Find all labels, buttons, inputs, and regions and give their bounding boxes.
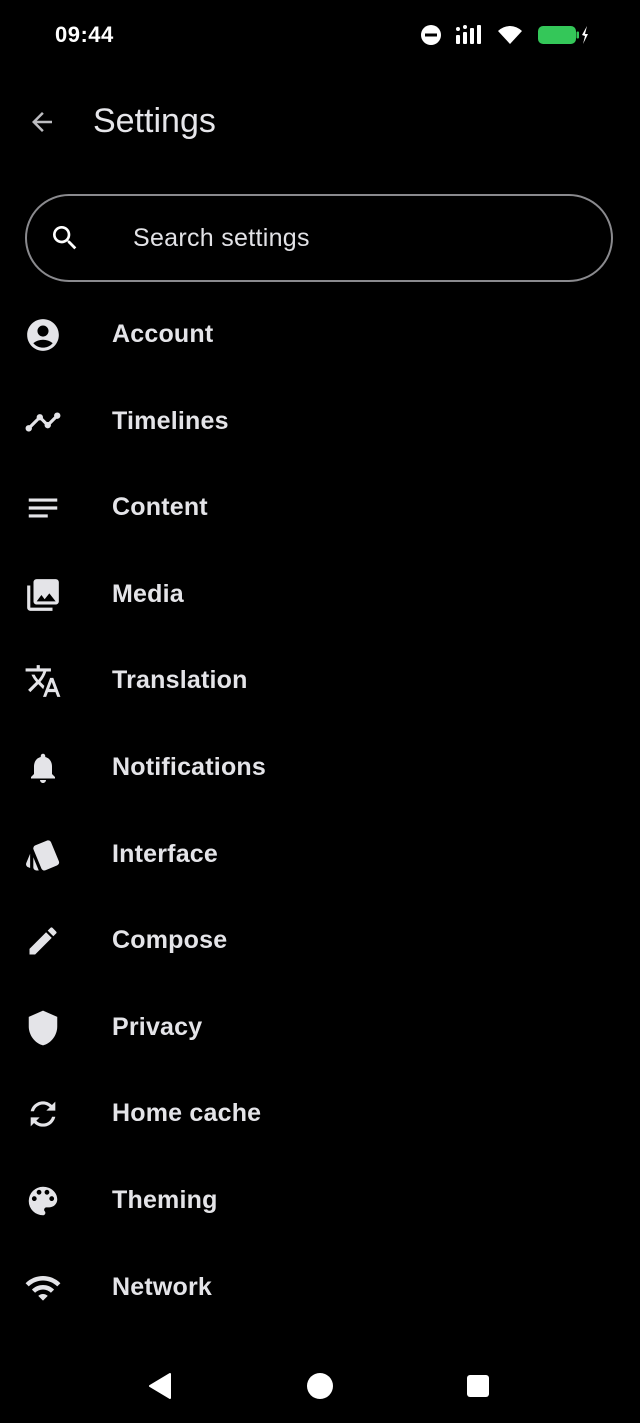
settings-item-label: Compose: [112, 926, 228, 955]
recents-square-icon: [467, 1375, 489, 1397]
status-icons: [420, 24, 588, 46]
home-circle-icon: [307, 1373, 333, 1399]
palette-icon: [24, 1182, 62, 1220]
settings-item-label: Translation: [112, 666, 248, 695]
pencil-icon: [24, 922, 62, 960]
settings-item-label: Media: [112, 579, 184, 608]
settings-item-privacy[interactable]: Privacy: [0, 984, 640, 1071]
do-not-disturb-icon: [421, 25, 441, 45]
nav-back-button[interactable]: [138, 1370, 182, 1402]
nav-home-button[interactable]: [298, 1370, 342, 1402]
wifi-icon: [24, 1269, 62, 1307]
photo-library-icon: [24, 576, 62, 614]
settings-item-label: Account: [112, 320, 214, 348]
sync-icon: [24, 1095, 62, 1133]
signal-icon: [456, 25, 481, 44]
settings-item-home-cache[interactable]: Home cache: [0, 1070, 640, 1157]
settings-item-media[interactable]: Media: [0, 551, 640, 638]
battery-charging-icon: [538, 26, 588, 44]
search-input[interactable]: Search settings: [133, 224, 310, 253]
notes-icon: [24, 489, 62, 527]
settings-item-label: Privacy: [112, 1012, 203, 1041]
settings-item-label: Theming: [112, 1185, 218, 1214]
timeline-icon: [24, 403, 62, 441]
account-circle-icon: [24, 316, 62, 354]
back-triangle-icon: [149, 1373, 171, 1399]
settings-item-translation[interactable]: Translation: [0, 637, 640, 724]
nav-recents-button[interactable]: [456, 1370, 500, 1402]
translate-icon: [24, 662, 62, 700]
settings-item-label: Content: [112, 493, 208, 522]
style-icon: [24, 836, 62, 874]
search-bar[interactable]: Search settings: [25, 194, 613, 282]
settings-item-content[interactable]: Content: [0, 464, 640, 551]
status-bar: 09:44: [0, 0, 640, 72]
settings-item-notifications[interactable]: Notifications: [0, 724, 640, 811]
status-time: 09:44: [55, 22, 114, 47]
page-title: Settings: [93, 102, 216, 140]
settings-item-network[interactable]: Network: [0, 1244, 640, 1331]
settings-item-label: Interface: [112, 839, 219, 868]
back-button[interactable]: [22, 102, 62, 142]
settings-item-compose[interactable]: Compose: [0, 897, 640, 984]
settings-item-label: Home cache: [112, 1099, 262, 1128]
app-bar: Settings: [0, 88, 640, 158]
settings-item-theming[interactable]: Theming: [0, 1157, 640, 1244]
settings-list: Account Timelines Content Media Translat…: [0, 291, 640, 1330]
bell-icon: [24, 749, 62, 787]
search-icon: [49, 222, 81, 259]
system-nav-bar: [0, 1350, 640, 1423]
settings-item-account[interactable]: Account: [0, 291, 640, 378]
settings-item-label: Notifications: [112, 752, 266, 781]
settings-item-label: Network: [112, 1272, 213, 1301]
arrow-back-icon: [32, 112, 52, 132]
shield-icon: [24, 1009, 62, 1047]
settings-item-label: Timelines: [112, 406, 229, 435]
wifi-status-icon: [498, 26, 522, 44]
settings-item-interface[interactable]: Interface: [0, 811, 640, 898]
settings-item-timelines[interactable]: Timelines: [0, 378, 640, 465]
